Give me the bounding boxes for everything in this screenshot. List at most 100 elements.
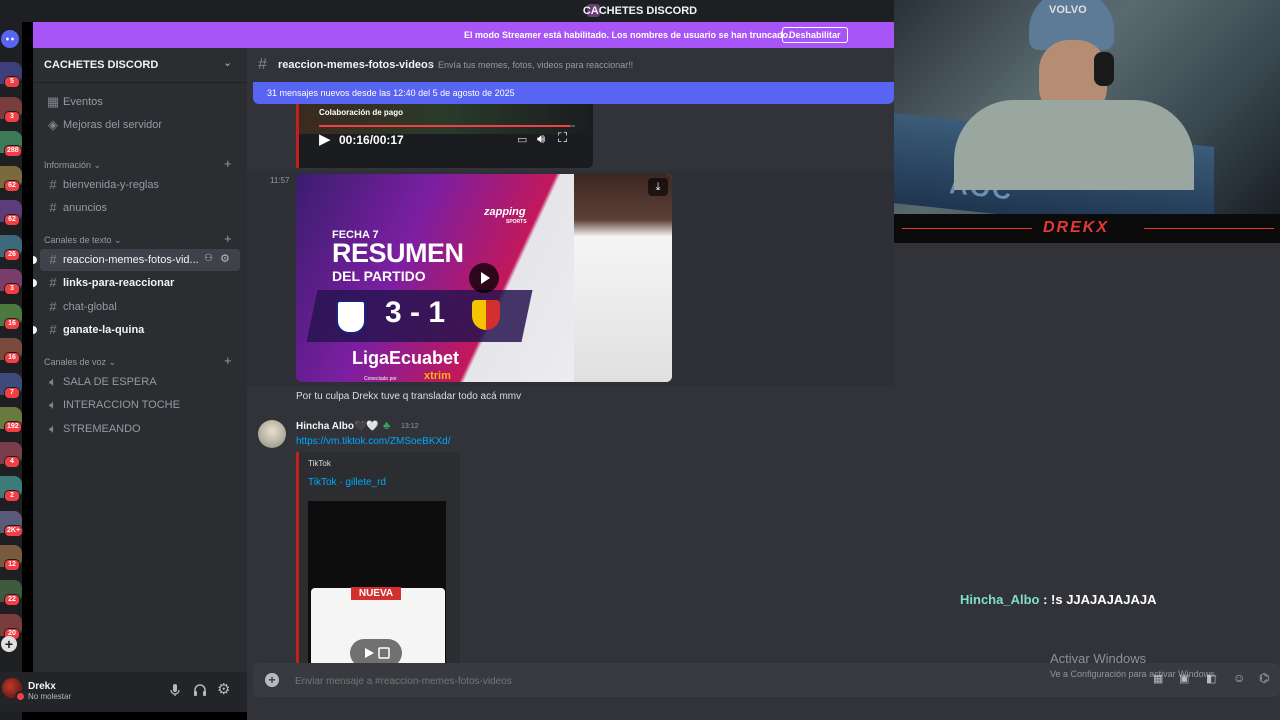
embed-video[interactable]: NUEVA [308, 501, 446, 664]
match-summary-image[interactable]: FECHA 7 RESUMEN DEL PARTIDO zapping SPOR… [296, 174, 672, 382]
message-text: Por tu culpa Drekx tuve q transladar tod… [296, 391, 522, 402]
activate-windows-title: Activar Windows [1050, 651, 1147, 666]
boost-icon: ◈ [48, 117, 58, 132]
play-button[interactable] [469, 263, 499, 293]
server-header[interactable]: CACHETES DISCORD ⌄ [33, 48, 247, 83]
mention-badge: 3 [4, 110, 20, 123]
gear-icon[interactable]: ⚙ [217, 680, 230, 698]
link-embed: TikTok TikTok · gillete_rd NUEVA [296, 452, 460, 664]
mention-badge: 16 [4, 317, 20, 330]
hashtag-icon: # [49, 275, 57, 290]
cap-text: VOLVO [1049, 4, 1087, 16]
sidebar-item-eventos[interactable]: ▦ Eventos [40, 91, 240, 113]
avatar[interactable] [258, 420, 286, 448]
streamer-name: DREKX [1043, 219, 1110, 236]
volume-icon[interactable]: 🔊︎ [537, 131, 545, 147]
mention-badge: 22 [4, 593, 20, 606]
mention-badge: 5 [4, 76, 20, 88]
video-progress[interactable] [319, 125, 575, 127]
disable-streamer-button[interactable]: Deshabilitar [782, 27, 848, 43]
video-player[interactable]: Colaboración de pago ▶ 00:16/00:17 ▭ 🔊︎ … [296, 104, 593, 168]
server-name: CACHETES DISCORD [44, 59, 159, 71]
stream-chat-line: Hincha_Albo : !s JJAJAJAJAJA [960, 592, 1157, 607]
sidebar-item-ganate[interactable]: # ganate-la-quina [40, 319, 240, 341]
mention-badge: 7 [4, 386, 20, 399]
sidebar-item-label: reaccion-memes-fotos-vid... [63, 254, 199, 266]
sidebar-item-chat-global[interactable]: # chat-global [40, 296, 240, 318]
play-icon[interactable]: ▶ [319, 130, 331, 148]
embed-badge: NUEVA [351, 587, 401, 600]
mention-badge: 2K+ [4, 524, 24, 537]
category-informacion[interactable]: Información ⌄ [44, 160, 101, 171]
embed-play-button[interactable] [350, 639, 402, 664]
sidebar-item-label: anuncios [63, 202, 108, 214]
status-dnd-icon [15, 691, 26, 702]
add-channel-icon[interactable]: + [224, 231, 232, 246]
sidebar-item-label: STREMEANDO [63, 423, 141, 435]
category-label: Información [44, 160, 92, 170]
thumb-resumen: RESUMEN [332, 238, 464, 268]
category-label: Canales de texto [44, 235, 112, 245]
sidebar-item-label: Eventos [63, 96, 103, 108]
thumb-league: LigaEcuabet [352, 348, 460, 368]
chevron-down-icon[interactable]: ⌄ [223, 56, 232, 69]
add-channel-icon[interactable]: + [224, 353, 232, 368]
gamepad-icon[interactable]: ⌬ [1259, 671, 1269, 685]
streamer-mode-banner: El modo Streamer está habilitado. Los no… [33, 22, 894, 48]
streamer-mode-text: El modo Streamer está habilitado. Los no… [464, 30, 791, 40]
sidebar-item-anuncios[interactable]: # anuncios [40, 197, 240, 219]
discord-home-icon[interactable] [1, 30, 19, 48]
channel-header: # reaccion-memes-fotos-videos • Envía tu… [247, 52, 894, 80]
thumb-brand: zapping [484, 206, 526, 218]
message-time: 13:12 [401, 423, 419, 430]
role-icon: ♣ [383, 420, 391, 432]
tiktok-link[interactable]: https://vm.tiktok.com/ZMSoeBKXd/ [296, 436, 451, 447]
user-status: No molestar [28, 692, 72, 701]
shirt [954, 100, 1194, 190]
mention-badge: 12 [4, 559, 20, 571]
add-member-icon[interactable]: ⚇ [204, 253, 213, 264]
sidebar-item-label: bienvenida-y-reglas [63, 179, 159, 191]
hashtag-icon: # [49, 299, 57, 314]
mention-badge: 16 [4, 352, 20, 364]
sidebar-item-links[interactable]: # links-para-reaccionar [40, 272, 240, 294]
mention-badge: 26 [4, 248, 20, 261]
captions-icon[interactable]: ▭ [517, 133, 527, 146]
stream-chat-user: Hincha_Albo [960, 592, 1040, 607]
gear-icon[interactable]: ⚙ [220, 252, 230, 265]
fullscreen-icon[interactable]: ⛶ [558, 130, 567, 146]
sidebar-item-sala-espera[interactable]: 🔈︎ SALA DE ESPERA [40, 371, 240, 393]
channel-topic: Envía tus memes, fotos, videos para reac… [438, 60, 634, 70]
mention-badge: 2 [4, 490, 20, 502]
add-channel-icon[interactable]: + [224, 156, 232, 171]
add-server-icon[interactable]: + [1, 636, 17, 652]
sidebar-item-label: SALA DE ESPERA [63, 376, 157, 388]
sidebar-item-stremeando[interactable]: 🔈︎ STREMEANDO [40, 418, 240, 440]
stream-chat-text: : !s JJAJAJAJAJA [1043, 592, 1157, 607]
sidebar-item-interaccion[interactable]: 🔈︎ INTERACCION TOCHE [40, 394, 240, 416]
microphone-icon[interactable] [169, 683, 181, 697]
category-texto[interactable]: Canales de texto ⌄ [44, 235, 122, 246]
embed-title[interactable]: TikTok · gillete_rd [308, 477, 386, 488]
activate-windows-sub: Ve a Configuración para activar Windows. [1050, 669, 1218, 679]
message-input[interactable] [293, 671, 837, 691]
sidebar-item-reaccion-memes[interactable]: # reaccion-memes-fotos-vid... ⚇ ⚙ [40, 249, 240, 271]
sidebar-item-bienvenida[interactable]: # bienvenida-y-reglas [40, 174, 240, 196]
new-messages-text: 31 mensajes nuevos desde las 12:40 del 5… [267, 88, 515, 98]
thumb-sponsor-pre: Conectado por [364, 376, 397, 382]
mention-badge: 62 [4, 179, 20, 192]
add-attachment-icon[interactable]: + [265, 673, 279, 687]
message-time: 11:57 [270, 176, 290, 185]
download-icon[interactable]: ⤓ [648, 178, 668, 196]
hashtag-icon: # [49, 200, 57, 215]
category-voz[interactable]: Canales de voz ⌄ [44, 357, 116, 368]
headphones-icon[interactable] [193, 683, 207, 697]
hashtag-icon: # [49, 252, 57, 267]
new-messages-bar[interactable]: 31 mensajes nuevos desde las 12:40 del 5… [253, 82, 894, 104]
headset [1094, 52, 1114, 86]
emoji-icon[interactable]: ☺ [1233, 671, 1245, 685]
hashtag-icon: # [258, 56, 267, 73]
message-author[interactable]: Hincha Albo🖤🤍 [296, 421, 379, 432]
sidebar-item-boosts[interactable]: ◈ Mejoras del servidor [40, 114, 240, 136]
thumb-brand-sub: SPORTS [506, 219, 527, 225]
